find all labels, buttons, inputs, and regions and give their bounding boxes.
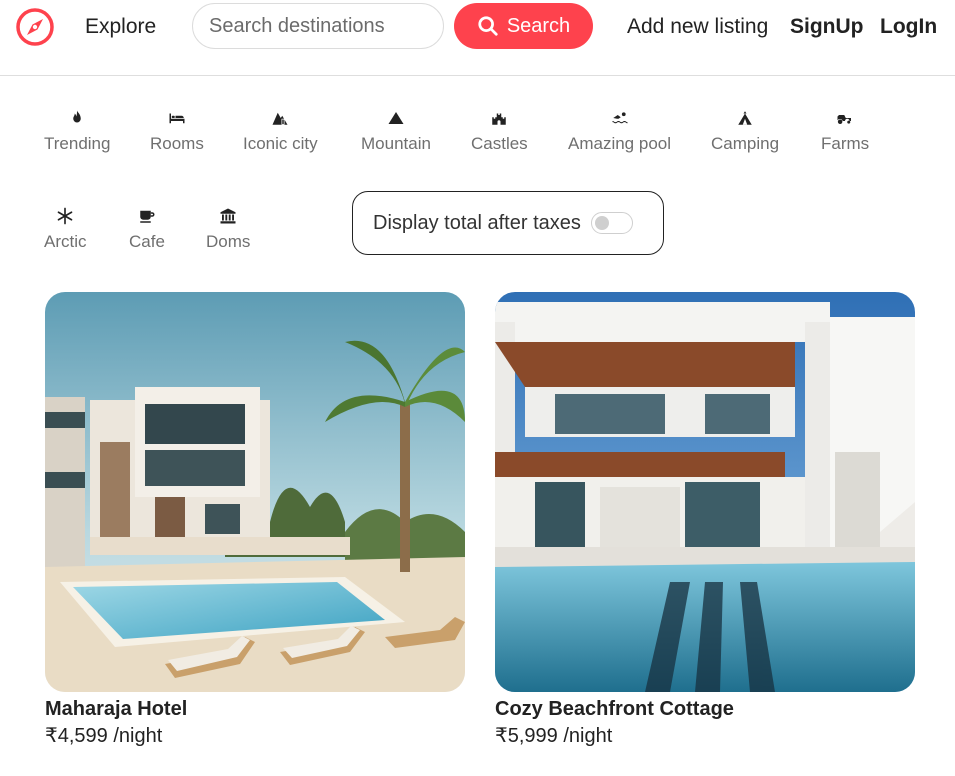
tractor-icon [835,108,855,128]
tax-toggle-switch[interactable] [590,212,633,234]
filter-label: Cafe [129,232,165,251]
filter-label: Camping [711,134,780,153]
listing-card[interactable]: Maharaja Hotel ₹4,599 /night [45,292,465,750]
fire-icon [67,108,87,128]
filter-label: Castles [471,134,528,153]
listing-image[interactable] [495,292,915,692]
filter-rooms[interactable]: Rooms [150,108,204,155]
swimmer-icon [610,108,630,128]
filter-label: Trending [44,134,111,153]
snowflake-icon [55,206,75,226]
search-input[interactable] [192,3,444,49]
filter-camping[interactable]: Camping [711,108,779,155]
filter-label: Farms [821,134,870,153]
bed-icon [167,108,187,128]
tax-toggle-label: Display total after taxes [373,211,581,234]
toggle-knob [594,216,609,230]
listing-image[interactable] [45,292,465,692]
listing-card[interactable]: Cozy Beachfront Cottage ₹5,999 /night [495,292,915,750]
filter-label: Rooms [150,134,204,153]
castle-icon [489,108,509,128]
filter-label: Arctic [44,232,87,251]
listing-title[interactable]: Maharaja Hotel [45,696,465,722]
search-button-label: Search [506,14,571,37]
mountain-icon [386,108,406,128]
listing-price: ₹4,599 /night [45,725,163,747]
filter-mountain[interactable]: Mountain [361,108,431,155]
tax-toggle-box: Display total after taxes [352,191,664,255]
filter-iconic-city[interactable]: Iconic city [243,108,318,155]
filter-castles[interactable]: Castles [471,108,528,155]
filter-label: Iconic city [243,134,318,153]
login-link[interactable]: LogIn [880,14,937,40]
dome-icon [218,206,238,226]
filter-trending[interactable]: Trending [44,108,110,155]
search-button[interactable]: Search [454,3,593,49]
navbar: Explore Search Add new listing SignUp Lo… [0,0,955,76]
add-listing-link[interactable]: Add new listing [627,14,768,40]
signup-link[interactable]: SignUp [790,14,864,40]
filter-label: Mountain [361,134,431,153]
listing-price: ₹5,999 /night [495,725,613,747]
compass-icon[interactable] [14,6,56,48]
tent-icon [735,108,755,128]
filter-cafe[interactable]: Cafe [129,206,165,253]
filter-arctic[interactable]: Arctic [44,206,87,253]
filter-doms[interactable]: Doms [206,206,250,253]
filter-label: Doms [206,232,251,251]
filter-farms[interactable]: Farms [821,108,869,155]
search-icon [478,16,498,36]
listing-title[interactable]: Cozy Beachfront Cottage [495,696,915,722]
explore-link[interactable]: Explore [85,14,156,40]
filter-label: Amazing pool [568,134,672,153]
filter-amazing-pool[interactable]: Amazing pool [568,108,671,155]
coffee-icon [137,206,157,226]
city-icon [270,108,290,128]
